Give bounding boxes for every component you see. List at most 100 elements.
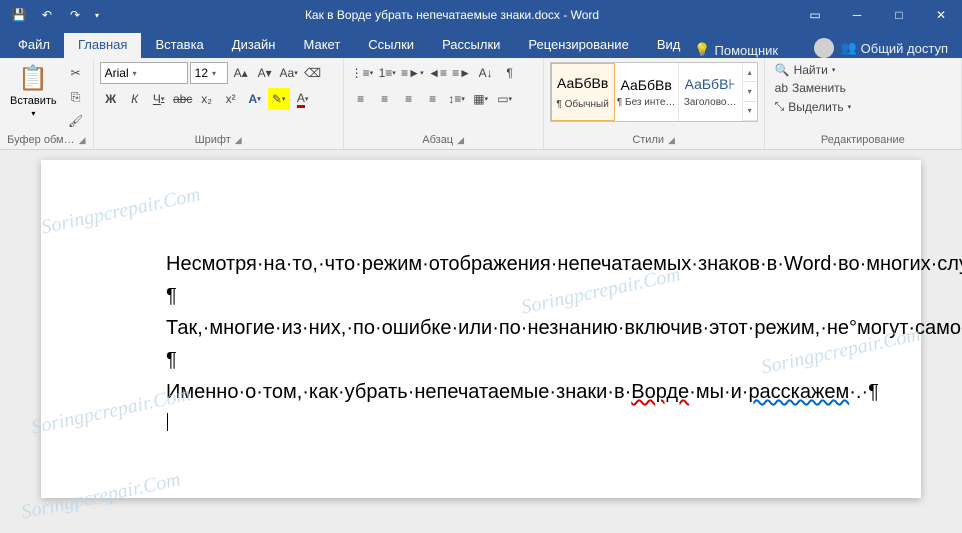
share-button[interactable]: 👥 Общий доступ	[840, 40, 948, 56]
document-area[interactable]: Несмотря·на·то,·что·режим·отображения·не…	[0, 150, 962, 533]
lightbulb-icon: 💡	[694, 42, 710, 58]
superscript-button[interactable]: x²	[220, 88, 242, 110]
justify-button[interactable]: ≡	[422, 88, 444, 110]
font-name-select[interactable]: Arial▾	[100, 62, 188, 84]
group-editing: 🔍 Найти▾ ab Заменить ⤡ Выделить▾ Редакти…	[765, 58, 962, 149]
numbering-button[interactable]: 1≡▾	[376, 62, 398, 84]
group-font-label: Шрифт	[195, 134, 231, 146]
multilevel-button[interactable]: ≡►▾	[400, 62, 424, 84]
tab-layout[interactable]: Макет	[289, 33, 354, 58]
gallery-up-button[interactable]: ▴	[743, 63, 757, 82]
style-no-spacing[interactable]: АаБбВв ¶ Без инте…	[615, 63, 679, 121]
tab-design[interactable]: Дизайн	[218, 33, 290, 58]
ribbon: 📋 Вставить ▾ ✂ ⎘ 🖌 Буфер обм… ◢ Arial▾ 1…	[0, 58, 962, 150]
minimize-button[interactable]: ─	[836, 0, 878, 30]
page[interactable]: Несмотря·на·то,·что·режим·отображения·не…	[41, 160, 921, 498]
tab-home[interactable]: Главная	[64, 33, 141, 58]
document-body[interactable]: Несмотря·на·то,·что·режим·отображения·не…	[166, 250, 796, 434]
font-size-select[interactable]: 12▾	[190, 62, 228, 84]
group-font: Arial▾ 12▾ A▴ A▾ Aa▾ ⌫ Ж К Ч▾ abc x₂ x² …	[94, 58, 344, 149]
sort-button[interactable]: A↓	[475, 62, 497, 84]
font-dialog-launcher[interactable]: ◢	[235, 135, 242, 146]
find-button[interactable]: 🔍 Найти▾	[771, 62, 855, 78]
shrink-font-button[interactable]: A▾	[254, 62, 276, 84]
maximize-button[interactable]: □	[878, 0, 920, 30]
line-spacing-button[interactable]: ↕≡▾	[446, 88, 468, 110]
user-avatar[interactable]	[814, 38, 834, 58]
font-color-button[interactable]: A▾	[292, 88, 314, 110]
bold-button[interactable]: Ж	[100, 88, 122, 110]
paragraph-3[interactable]: Так,·многие·из·них,·по·ошибке·или·по·нез…	[166, 314, 796, 342]
tab-insert[interactable]: Вставка	[141, 33, 217, 58]
style-heading1[interactable]: АаБбВ⊦ Заголово…	[679, 63, 743, 121]
group-paragraph-label: Абзац	[422, 134, 453, 146]
window-title: Как в Ворде убрать непечатаемые знаки.do…	[110, 8, 794, 22]
cursor-icon: ⤡	[775, 99, 785, 114]
grow-font-button[interactable]: A▴	[230, 62, 252, 84]
select-button[interactable]: ⤡ Выделить▾	[771, 98, 855, 115]
paragraph-1[interactable]: Несмотря·на·то,·что·режим·отображения·не…	[166, 250, 796, 278]
paragraph-4[interactable]: ¶	[166, 346, 796, 374]
shading-button[interactable]: ▦▾	[470, 88, 492, 110]
qat-customize-button[interactable]: ▾	[90, 2, 104, 28]
styles-gallery: АаБбВв ¶ Обычный АаБбВв ¶ Без инте… АаБб…	[550, 62, 758, 122]
align-left-button[interactable]: ≡	[350, 88, 372, 110]
clipboard-dialog-launcher[interactable]: ◢	[79, 135, 86, 146]
share-label: Общий доступ	[861, 41, 948, 56]
replace-button[interactable]: ab Заменить	[771, 80, 855, 96]
group-paragraph: ⋮≡▾ 1≡▾ ≡►▾ ◄≡ ≡► A↓ ¶ ≡ ≡ ≡ ≡ ↕≡▾ ▦▾ ▭▾…	[344, 58, 544, 149]
paragraph-dialog-launcher[interactable]: ◢	[457, 135, 464, 146]
paste-label: Вставить	[10, 95, 57, 107]
group-styles-label: Стили	[632, 134, 664, 146]
gallery-down-button[interactable]: ▾	[743, 82, 757, 101]
assistant-label: Помощник	[715, 43, 779, 58]
text-effects-button[interactable]: A▾	[244, 88, 266, 110]
tell-me-assistant[interactable]: 💡 Помощник	[694, 42, 778, 58]
pilcrow-button[interactable]: ¶	[499, 62, 521, 84]
subscript-button[interactable]: x₂	[196, 88, 218, 110]
group-styles: АаБбВв ¶ Обычный АаБбВв ¶ Без инте… АаБб…	[544, 58, 765, 149]
search-icon: 🔍	[775, 63, 790, 77]
paragraph-5[interactable]: Именно·о·том,·как·убрать·непечатаемые·зн…	[166, 378, 796, 434]
increase-indent-button[interactable]: ≡►	[451, 62, 473, 84]
window-controls: ▭ ─ □ ✕	[794, 0, 962, 30]
ribbon-tabs: Файл Главная Вставка Дизайн Макет Ссылки…	[0, 30, 962, 58]
styles-dialog-launcher[interactable]: ◢	[668, 135, 675, 146]
highlight-button[interactable]: ✎▾	[268, 88, 290, 110]
underline-button[interactable]: Ч▾	[148, 88, 170, 110]
bullets-button[interactable]: ⋮≡▾	[350, 62, 375, 84]
paragraph-2[interactable]: ¶	[166, 282, 796, 310]
tab-references[interactable]: Ссылки	[354, 33, 428, 58]
gallery-expand-button[interactable]: ▾	[743, 102, 757, 121]
tab-review[interactable]: Рецензирование	[514, 33, 642, 58]
tab-mailings[interactable]: Рассылки	[428, 33, 514, 58]
ribbon-display-button[interactable]: ▭	[794, 0, 836, 30]
styles-gallery-more: ▴ ▾ ▾	[743, 63, 757, 121]
group-clipboard: 📋 Вставить ▾ ✂ ⎘ 🖌 Буфер обм… ◢	[0, 58, 94, 149]
clear-format-button[interactable]: ⌫	[302, 62, 324, 84]
replace-icon: ab	[775, 81, 788, 95]
close-button[interactable]: ✕	[920, 0, 962, 30]
copy-button[interactable]: ⎘	[65, 86, 87, 108]
undo-button[interactable]: ↶	[34, 2, 60, 28]
borders-button[interactable]: ▭▾	[494, 88, 516, 110]
italic-button[interactable]: К	[124, 88, 146, 110]
format-painter-button[interactable]: 🖌	[65, 110, 87, 132]
group-clipboard-label: Буфер обм…	[7, 134, 74, 146]
save-button[interactable]: 💾	[6, 2, 32, 28]
strikethrough-button[interactable]: abc	[172, 88, 194, 110]
decrease-indent-button[interactable]: ◄≡	[427, 62, 449, 84]
tab-file[interactable]: Файл	[4, 33, 64, 58]
cut-button[interactable]: ✂	[65, 62, 87, 84]
group-editing-label: Редактирование	[821, 134, 905, 146]
change-case-button[interactable]: Aa▾	[278, 62, 300, 84]
align-center-button[interactable]: ≡	[374, 88, 396, 110]
redo-button[interactable]: ↷	[62, 2, 88, 28]
paste-button[interactable]: 📋 Вставить ▾	[6, 62, 61, 120]
titlebar: 💾 ↶ ↷ ▾ Как в Ворде убрать непечатаемые …	[0, 0, 962, 30]
style-normal[interactable]: АаБбВв ¶ Обычный	[551, 63, 615, 121]
text-cursor	[167, 413, 168, 431]
align-right-button[interactable]: ≡	[398, 88, 420, 110]
tab-view[interactable]: Вид	[643, 33, 695, 58]
share-icon: 👥	[840, 40, 856, 56]
